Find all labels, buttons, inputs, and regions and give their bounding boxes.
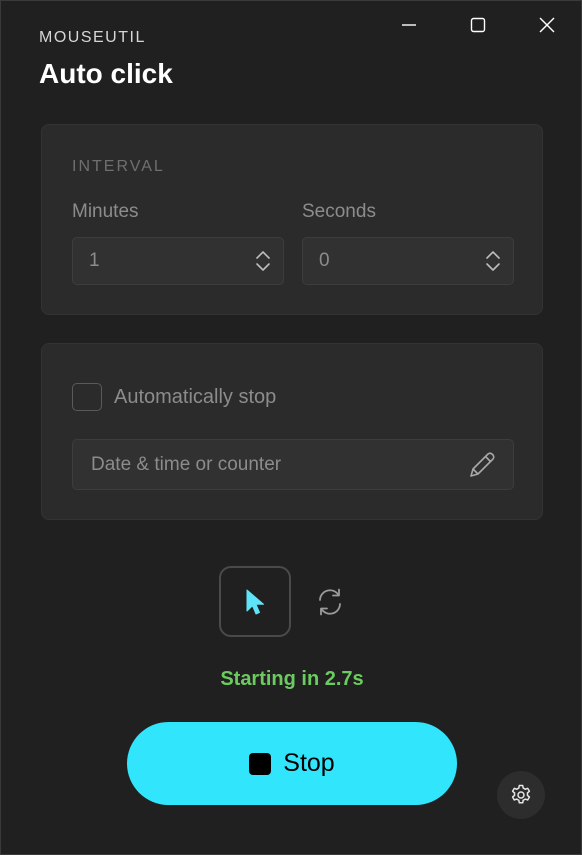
- settings-button[interactable]: [497, 771, 545, 819]
- seconds-label: Seconds: [302, 201, 376, 222]
- stop-button-label: Stop: [283, 749, 335, 777]
- auto-stop-card: Automatically stop: [41, 343, 543, 520]
- stop-condition-field[interactable]: [72, 439, 514, 490]
- auto-stop-checkbox[interactable]: [72, 383, 102, 411]
- repeat-mode-button[interactable]: [310, 582, 350, 622]
- up-down-chevron-icon[interactable]: [255, 249, 271, 273]
- status-text: Starting in 2.7s: [220, 668, 364, 690]
- close-button[interactable]: [512, 1, 581, 49]
- click-mode-button[interactable]: [219, 566, 291, 637]
- app-window: MOUSEUTIL Auto click INTERVAL Minutes 1 …: [0, 0, 582, 855]
- minutes-value: 1: [89, 250, 100, 271]
- window-controls: [374, 1, 581, 49]
- app-name: MOUSEUTIL: [39, 29, 146, 46]
- cursor-icon: [246, 589, 264, 614]
- maximize-button[interactable]: [443, 1, 512, 49]
- page-title: Auto click: [39, 58, 173, 89]
- pencil-icon[interactable]: [467, 450, 497, 480]
- stop-icon: [249, 752, 272, 775]
- interval-card: INTERVAL Minutes 1 Seconds 0: [41, 124, 543, 315]
- stop-button[interactable]: Stop: [127, 722, 457, 805]
- gear-icon: [511, 784, 531, 804]
- auto-stop-row[interactable]: Automatically stop: [72, 383, 276, 411]
- minimize-icon: [401, 24, 416, 26]
- seconds-value: 0: [319, 250, 330, 271]
- seconds-stepper[interactable]: 0: [302, 237, 514, 285]
- stop-condition-input[interactable]: [91, 453, 451, 476]
- repeat-icon: [319, 588, 341, 616]
- maximize-icon: [470, 17, 485, 33]
- interval-section-label: INTERVAL: [72, 158, 165, 175]
- minutes-stepper[interactable]: 1: [72, 237, 284, 285]
- minutes-label: Minutes: [72, 201, 139, 222]
- up-down-chevron-icon[interactable]: [485, 249, 501, 273]
- auto-stop-label: Automatically stop: [114, 385, 277, 408]
- minimize-button[interactable]: [374, 1, 443, 49]
- close-icon: [539, 17, 554, 33]
